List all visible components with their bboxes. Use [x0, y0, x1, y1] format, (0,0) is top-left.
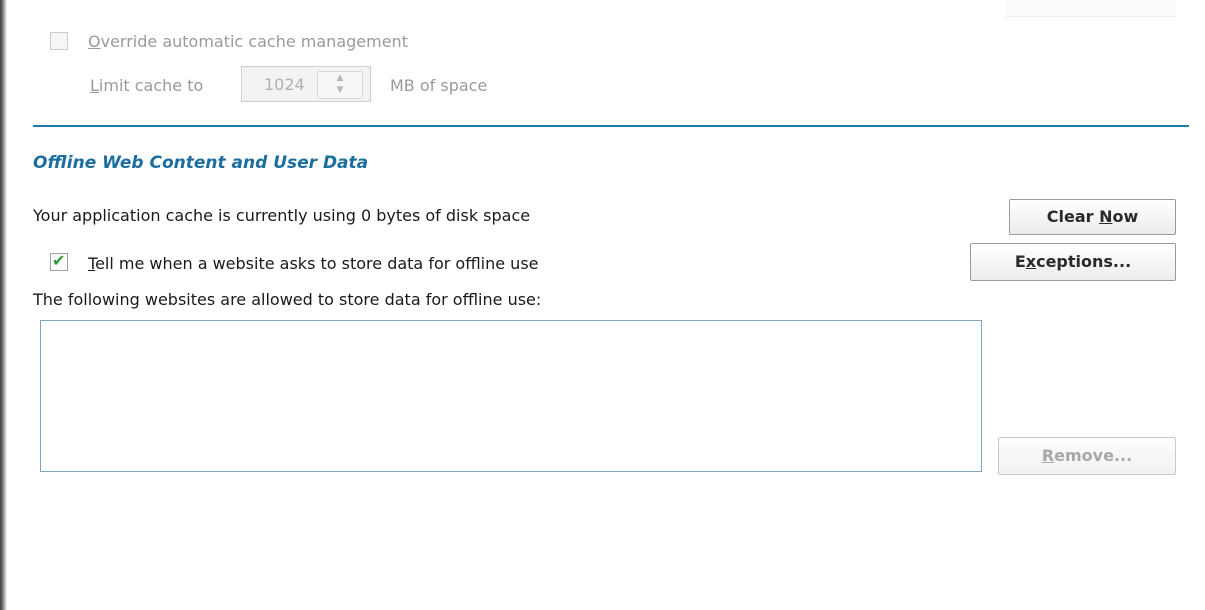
- clear-now-label-pre: Clear: [1046, 207, 1100, 226]
- override-cache-checkbox[interactable]: [50, 32, 68, 50]
- up-down-arrows-icon[interactable]: ▲ ▼: [317, 71, 363, 99]
- limit-cache-label-accel: L: [90, 76, 99, 95]
- tell-me-checkbox[interactable]: ✔: [50, 251, 68, 271]
- check-mark-icon: ✔: [52, 251, 66, 270]
- window-left-edge: [0, 0, 7, 610]
- exceptions-label-pre: E: [1014, 252, 1026, 271]
- clear-now-label-accel: N: [1099, 207, 1113, 226]
- allowed-sites-label: The following websites are allowed to st…: [33, 290, 542, 309]
- remove-label-rest: emove...: [1054, 446, 1133, 465]
- allowed-sites-list[interactable]: [40, 320, 982, 472]
- section-divider: [33, 125, 1189, 127]
- tell-me-label-accel: T: [88, 254, 96, 273]
- exceptions-label-accel: x: [1025, 252, 1037, 271]
- cache-size-spinner[interactable]: 1024 ▲ ▼: [241, 66, 371, 102]
- tell-me-label: Tell me when a website asks to store dat…: [88, 254, 539, 273]
- tell-me-label-rest: ell me when a website asks to store data…: [95, 254, 539, 273]
- limit-cache-label: Limit cache to: [90, 76, 203, 95]
- cache-usage-text: Your application cache is currently usin…: [33, 206, 531, 225]
- override-cache-label-accel: O: [88, 32, 101, 51]
- cache-unit-label: MB of space: [390, 76, 488, 95]
- clear-now-button[interactable]: Clear Now: [1009, 199, 1176, 235]
- limit-cache-label-rest: imit cache to: [98, 76, 204, 95]
- cache-size-value: 1024: [264, 75, 305, 94]
- partial-top-button: [1006, 0, 1176, 17]
- exceptions-button[interactable]: Exceptions...: [970, 243, 1176, 281]
- override-cache-label-rest: verride automatic cache management: [100, 32, 408, 51]
- remove-button[interactable]: Remove...: [998, 437, 1176, 475]
- override-cache-label: Override automatic cache management: [88, 32, 408, 51]
- section-title: Offline Web Content and User Data: [33, 153, 369, 173]
- exceptions-label-rest: ceptions...: [1036, 252, 1132, 271]
- remove-label-accel: R: [1041, 446, 1055, 465]
- clear-now-label-rest: ow: [1112, 207, 1139, 226]
